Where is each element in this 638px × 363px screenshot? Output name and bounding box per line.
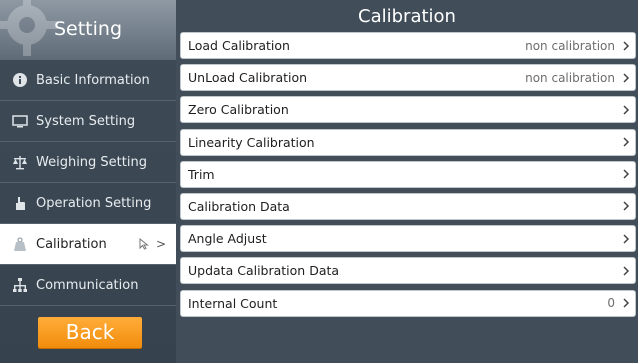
row-load-calibration[interactable]: Load Calibration non calibration [180,32,636,59]
row-value: non calibration [525,38,615,53]
row-linearity-calibration[interactable]: Linearity Calibration [180,128,636,156]
weight-icon [14,237,26,251]
chevron-right-icon [623,40,630,51]
sidebar-item-system-setting[interactable]: System Setting [0,101,176,142]
chevron-right-icon [623,105,630,115]
chevron-right-icon [623,169,630,179]
chevron-right-icon [623,266,630,276]
calibration-screen: Setting Basic Information System Setting [0,0,638,363]
sidebar-item-weighing-setting[interactable]: Weighing Setting [0,142,176,183]
row-updata-calibration-data[interactable]: Updata Calibration Data [180,257,636,285]
row-label: UnLoad Calibration [188,70,308,86]
chevron-right-icon: > [155,237,166,251]
row-label: Internal Count [188,295,278,311]
sidebar-item-operation-setting[interactable]: Operation Setting [0,183,176,224]
sidebar: Setting Basic Information System Setting [0,0,176,363]
sidebar-menu: Basic Information System Setting Weighin… [0,60,176,306]
row-internal-count[interactable]: Internal Count 0 [180,289,636,317]
row-trim[interactable]: Trim [180,160,636,188]
row-label: Trim [188,166,215,182]
chevron-right-icon [623,73,630,83]
sidebar-item-label: System Setting [36,113,136,129]
row-unload-calibration[interactable]: UnLoad Calibration non calibration [180,64,636,92]
chevron-right-icon [623,298,630,308]
row-label: Linearity Calibration [188,134,315,150]
info-icon [13,73,27,87]
sidebar-item-calibration[interactable]: Calibration > [0,224,176,265]
row-label: Load Calibration [188,38,290,53]
cursor-icon [139,238,149,250]
row-label: Updata Calibration Data [188,263,340,279]
row-calibration-data[interactable]: Calibration Data [180,192,636,220]
row-label: Zero Calibration [188,102,289,118]
sidebar-item-label: Operation Setting [36,195,152,211]
network-icon [13,278,27,292]
row-value: non calibration [525,70,615,85]
sidebar-item-tail: > [138,237,166,251]
sidebar-item-label: Weighing Setting [36,154,147,170]
sidebar-item-basic-information[interactable]: Basic Information [0,60,176,101]
sidebar-item-label: Calibration [36,236,107,252]
monitor-icon [12,115,28,128]
chevron-right-icon [623,201,630,211]
scale-icon [13,156,27,170]
row-zero-calibration[interactable]: Zero Calibration [180,96,636,124]
row-label: Angle Adjust [188,231,267,247]
settings-list: Load Calibration non calibration UnLoad … [180,32,636,322]
row-value: 0 [607,296,615,310]
main-panel: Calibration Load Calibration non calibra… [176,0,638,363]
sidebar-item-label: Basic Information [36,72,150,88]
row-angle-adjust[interactable]: Angle Adjust [180,225,636,253]
sidebar-header: Setting [0,0,176,60]
hand-icon [16,197,25,210]
chevron-right-icon [623,234,630,244]
back-button[interactable]: Back [38,317,142,348]
chevron-right-icon [623,137,630,147]
sidebar-item-label: Communication [36,277,139,293]
sidebar-title: Setting [53,18,123,40]
row-label: Calibration Data [188,198,290,214]
sidebar-item-communication[interactable]: Communication [0,265,176,306]
page-title: Calibration [358,6,456,27]
